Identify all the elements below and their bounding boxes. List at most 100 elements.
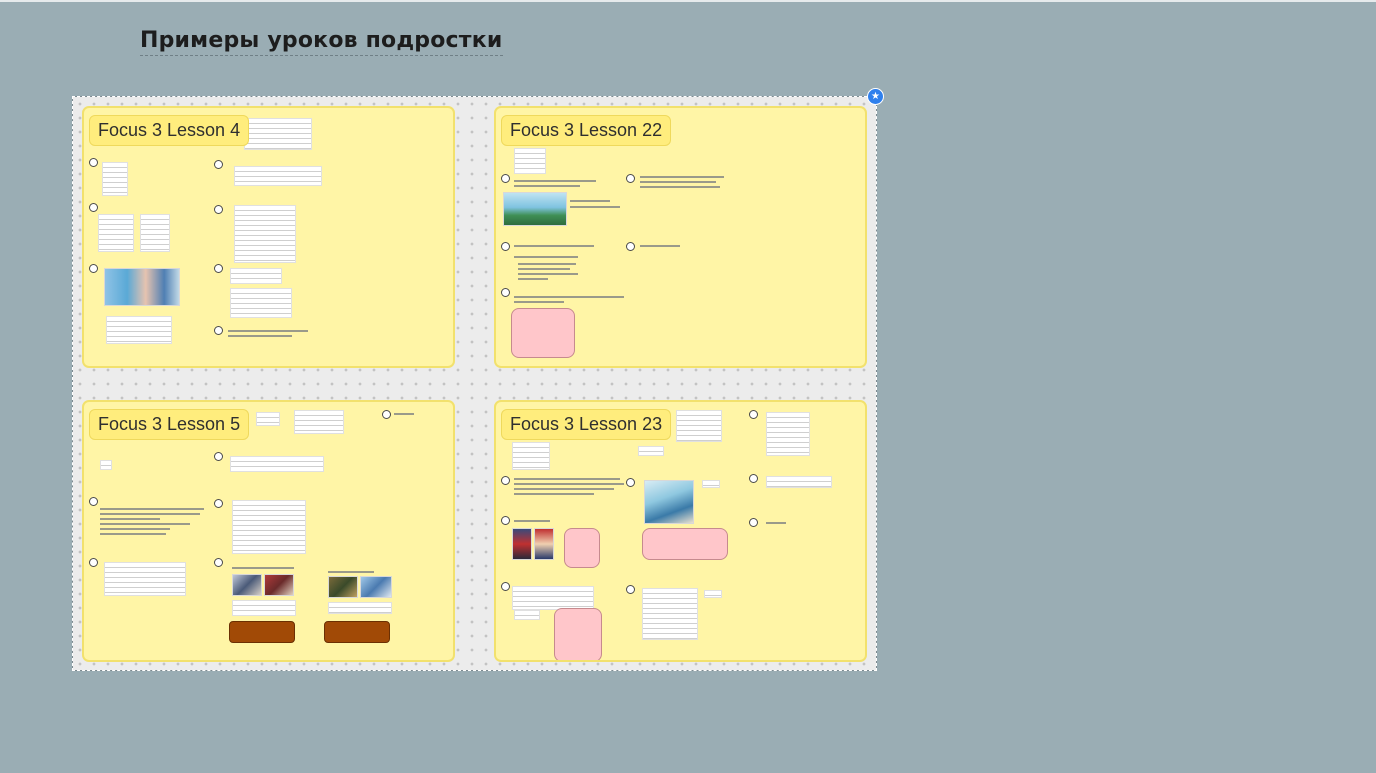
text-line — [570, 206, 620, 208]
item-marker — [626, 478, 635, 487]
text-line — [514, 296, 624, 298]
item-marker — [501, 174, 510, 183]
text-line — [514, 483, 624, 485]
text-line — [100, 523, 190, 525]
item-marker — [214, 452, 223, 461]
text-line — [570, 200, 610, 202]
item-marker — [214, 558, 223, 567]
content-thumbnail[interactable] — [642, 588, 698, 640]
text-line — [514, 520, 550, 522]
item-marker — [626, 242, 635, 251]
content-thumbnail[interactable] — [100, 460, 112, 470]
content-thumbnail[interactable] — [106, 316, 172, 344]
text-line — [514, 256, 578, 258]
pink-sticky-note[interactable] — [554, 608, 602, 660]
text-line — [518, 278, 548, 280]
content-thumbnail[interactable] — [244, 118, 312, 150]
lesson-photo[interactable] — [512, 528, 532, 560]
item-marker — [501, 582, 510, 591]
item-marker — [626, 174, 635, 183]
lesson-photo[interactable] — [264, 574, 294, 596]
lesson-card-4[interactable]: Focus 3 Lesson 23 — [494, 400, 867, 662]
content-thumbnail[interactable] — [676, 410, 722, 442]
text-line — [514, 185, 580, 187]
pink-sticky-note[interactable] — [511, 308, 575, 358]
lesson-card-3[interactable]: Focus 3 Lesson 5 — [82, 400, 455, 662]
lesson-card-title: Focus 3 Lesson 5 — [89, 409, 250, 440]
text-line — [394, 413, 414, 415]
item-marker — [214, 326, 223, 335]
lesson-card-2[interactable]: Focus 3 Lesson 22 — [494, 106, 867, 368]
content-thumbnail[interactable] — [234, 166, 322, 186]
content-thumbnail[interactable] — [230, 456, 324, 472]
lesson-card-title: Focus 3 Lesson 23 — [501, 409, 672, 440]
content-thumbnail[interactable] — [514, 148, 546, 174]
text-line — [766, 522, 786, 524]
page-title[interactable]: Примеры уроков подростки — [140, 28, 503, 56]
content-thumbnail[interactable] — [294, 410, 344, 434]
lesson-board[interactable]: Focus 3 Lesson 4 Focus 3 Lesson 22 Focus… — [72, 96, 877, 671]
text-line — [100, 528, 170, 530]
content-thumbnail[interactable] — [98, 214, 134, 252]
content-thumbnail[interactable] — [256, 412, 280, 426]
content-thumbnail[interactable] — [232, 500, 306, 554]
content-thumbnail[interactable] — [766, 476, 832, 488]
item-marker — [214, 264, 223, 273]
star-badge-icon[interactable]: ★ — [867, 88, 884, 105]
content-thumbnail[interactable] — [638, 446, 664, 456]
item-marker — [214, 160, 223, 169]
lesson-photo[interactable] — [644, 480, 694, 524]
pink-sticky-note[interactable] — [564, 528, 600, 568]
content-thumbnail[interactable] — [702, 480, 720, 488]
content-thumbnail[interactable] — [232, 600, 296, 616]
content-thumbnail[interactable] — [512, 586, 594, 610]
text-line — [100, 533, 166, 535]
item-marker — [89, 203, 98, 212]
content-thumbnail[interactable] — [766, 412, 810, 456]
lesson-photo[interactable] — [360, 576, 392, 598]
text-line — [514, 478, 620, 480]
item-marker — [214, 205, 223, 214]
text-line — [100, 518, 160, 520]
lesson-photo[interactable] — [328, 576, 358, 598]
lesson-card-title: Focus 3 Lesson 4 — [89, 115, 250, 146]
content-thumbnail[interactable] — [230, 268, 282, 284]
text-line — [514, 301, 564, 303]
item-marker — [89, 158, 98, 167]
content-thumbnail[interactable] — [704, 590, 722, 598]
content-thumbnail[interactable] — [514, 610, 540, 620]
text-line — [100, 513, 200, 515]
text-line — [228, 335, 292, 337]
top-edge — [0, 0, 1376, 2]
item-marker — [501, 516, 510, 525]
item-marker — [501, 476, 510, 485]
text-line — [518, 263, 576, 265]
text-line — [228, 330, 308, 332]
item-marker — [749, 410, 758, 419]
lesson-photo[interactable] — [534, 528, 554, 560]
pink-sticky-note[interactable] — [642, 528, 728, 560]
content-thumbnail[interactable] — [102, 162, 128, 196]
lesson-photo[interactable] — [232, 574, 262, 596]
lesson-photo[interactable] — [104, 268, 180, 306]
text-line — [514, 493, 594, 495]
text-line — [518, 268, 570, 270]
item-marker — [382, 410, 391, 419]
content-thumbnail[interactable] — [328, 602, 392, 614]
item-marker — [501, 288, 510, 297]
item-marker — [89, 558, 98, 567]
lesson-photo[interactable] — [503, 192, 567, 226]
content-thumbnail[interactable] — [512, 442, 550, 470]
text-line — [640, 181, 716, 183]
content-thumbnail[interactable] — [140, 214, 170, 252]
item-marker — [89, 264, 98, 273]
text-line — [514, 180, 596, 182]
text-line — [514, 488, 614, 490]
brown-action-block[interactable] — [324, 621, 390, 643]
content-thumbnail[interactable] — [104, 562, 186, 596]
lesson-card-1[interactable]: Focus 3 Lesson 4 — [82, 106, 455, 368]
brown-action-block[interactable] — [229, 621, 295, 643]
item-marker — [214, 499, 223, 508]
content-thumbnail[interactable] — [234, 205, 296, 263]
content-thumbnail[interactable] — [230, 288, 292, 318]
